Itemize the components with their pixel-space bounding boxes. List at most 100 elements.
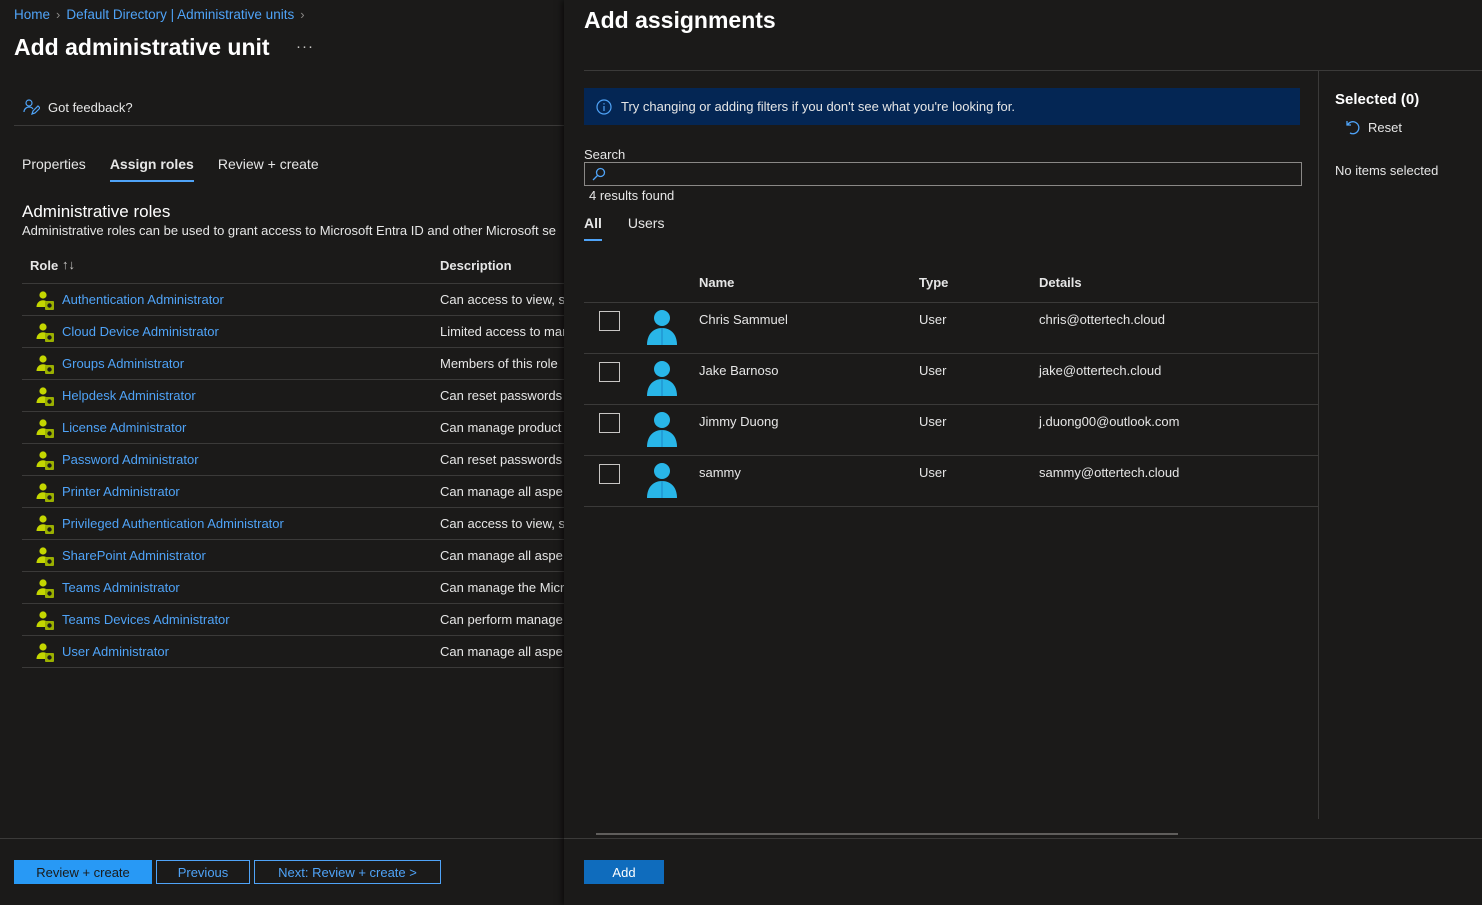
column-header-type: Type bbox=[919, 275, 949, 290]
admin-role-icon bbox=[34, 578, 56, 600]
admin-role-icon bbox=[34, 642, 56, 664]
info-message: Try changing or adding filters if you do… bbox=[621, 99, 1015, 114]
user-icon bbox=[644, 307, 680, 351]
panel-title: Add assignments bbox=[584, 7, 776, 33]
admin-role-icon bbox=[34, 322, 56, 344]
admin-role-icon bbox=[34, 386, 56, 408]
divider bbox=[0, 838, 564, 839]
user-name: Chris Sammuel bbox=[699, 312, 788, 327]
role-description: Limited access to man bbox=[440, 324, 564, 339]
column-header-details: Details bbox=[1039, 275, 1082, 290]
table-row[interactable]: sammy User sammy@ottertech.cloud bbox=[584, 456, 1318, 507]
role-description: Can manage all aspe bbox=[440, 548, 563, 563]
column-header-role[interactable]: Role bbox=[30, 258, 58, 273]
tab-all[interactable]: All bbox=[584, 215, 602, 241]
admin-role-icon bbox=[34, 482, 56, 504]
sort-icon[interactable]: ↑↓ bbox=[62, 257, 75, 272]
admin-role-icon bbox=[34, 546, 56, 568]
row-checkbox[interactable] bbox=[599, 362, 620, 382]
user-name: sammy bbox=[699, 465, 741, 480]
role-description: Can manage all aspe bbox=[440, 484, 563, 499]
undo-icon bbox=[1346, 121, 1360, 135]
user-details: j.duong00@outlook.com bbox=[1039, 414, 1180, 429]
user-type: User bbox=[919, 414, 947, 429]
role-name-link[interactable]: Privileged Authentication Administrator bbox=[62, 516, 284, 531]
breadcrumb-admin-units[interactable]: Default Directory | Administrative units bbox=[66, 7, 294, 22]
user-icon bbox=[644, 460, 680, 504]
breadcrumb-home[interactable]: Home bbox=[14, 7, 50, 22]
row-checkbox[interactable] bbox=[599, 413, 620, 433]
page-title: Add administrative unit bbox=[14, 34, 270, 60]
table-row[interactable]: Jimmy Duong User j.duong00@outlook.com bbox=[584, 405, 1318, 456]
table-row: Teams Devices Administrator Can perform m… bbox=[22, 604, 564, 636]
info-message-bar: Try changing or adding filters if you do… bbox=[584, 88, 1300, 125]
no-items-text: No items selected bbox=[1335, 163, 1439, 178]
role-description: Can reset passwords bbox=[440, 452, 563, 467]
feedback-button[interactable]: Got feedback? bbox=[22, 98, 133, 116]
table-row: Printer Administrator Can manage all aspe bbox=[22, 476, 564, 508]
table-row[interactable]: Chris Sammuel User chris@ottertech.cloud bbox=[584, 303, 1318, 354]
role-name-link[interactable]: Teams Administrator bbox=[62, 580, 180, 595]
table-row: License Administrator Can manage product bbox=[22, 412, 564, 444]
role-name-link[interactable]: Printer Administrator bbox=[62, 484, 180, 499]
admin-role-icon bbox=[34, 354, 56, 376]
reset-label: Reset bbox=[1368, 119, 1402, 135]
table-row: SharePoint Administrator Can manage all a… bbox=[22, 540, 564, 572]
user-name: Jimmy Duong bbox=[699, 414, 779, 429]
user-icon bbox=[644, 409, 680, 453]
column-header-name: Name bbox=[699, 275, 735, 290]
user-details: jake@ottertech.cloud bbox=[1039, 363, 1162, 378]
info-icon bbox=[596, 98, 612, 115]
next-button[interactable]: Next: Review + create > bbox=[254, 860, 441, 884]
table-row: Teams Administrator Can manage the Micr bbox=[22, 572, 564, 604]
tab-assign-roles[interactable]: Assign roles bbox=[109, 156, 194, 182]
role-name-link[interactable]: User Administrator bbox=[62, 644, 169, 659]
user-details: chris@ottertech.cloud bbox=[1039, 312, 1165, 327]
search-input[interactable] bbox=[611, 165, 1291, 183]
user-icon bbox=[644, 358, 680, 402]
search-icon bbox=[592, 167, 606, 181]
role-description: Can perform manage bbox=[440, 612, 563, 627]
role-name-link[interactable]: Helpdesk Administrator bbox=[62, 388, 196, 403]
role-name-link[interactable]: Teams Devices Administrator bbox=[62, 612, 230, 627]
section-description: Administrative roles can be used to gran… bbox=[22, 223, 556, 238]
previous-button[interactable]: Previous bbox=[156, 860, 250, 884]
column-header-description: Description bbox=[440, 258, 512, 273]
table-row: Cloud Device Administrator Limited access… bbox=[22, 316, 564, 348]
role-name-link[interactable]: Cloud Device Administrator bbox=[62, 324, 219, 339]
tab-users[interactable]: Users bbox=[628, 215, 665, 241]
role-description: Can manage all aspe bbox=[440, 644, 563, 659]
horizontal-scrollbar[interactable] bbox=[596, 833, 1178, 835]
table-row: User Administrator Can manage all aspe bbox=[22, 636, 564, 668]
roles-table-header: Role ↑↓ Description bbox=[22, 252, 564, 284]
user-details: sammy@ottertech.cloud bbox=[1039, 465, 1180, 480]
tab-properties[interactable]: Properties bbox=[22, 156, 86, 182]
chevron-right-icon: › bbox=[300, 7, 305, 22]
chevron-right-icon: › bbox=[56, 7, 61, 22]
user-type: User bbox=[919, 312, 947, 327]
wizard-tabs: Properties Assign roles Review + create bbox=[22, 156, 319, 182]
divider bbox=[564, 838, 1482, 839]
role-description: Members of this role bbox=[440, 356, 558, 371]
admin-role-icon bbox=[34, 610, 56, 632]
breadcrumb: Home › Default Directory | Administrativ… bbox=[14, 7, 305, 22]
role-description: Can access to view, se bbox=[440, 292, 564, 307]
role-name-link[interactable]: SharePoint Administrator bbox=[62, 548, 206, 563]
search-box[interactable] bbox=[584, 162, 1302, 186]
reset-button[interactable]: Reset bbox=[1344, 119, 1402, 135]
users-table-header: Name Type Details bbox=[584, 270, 1318, 303]
tab-review-create[interactable]: Review + create bbox=[218, 156, 319, 182]
review-create-button[interactable]: Review + create bbox=[14, 860, 152, 884]
add-button[interactable]: Add bbox=[584, 860, 664, 884]
section-title: Administrative roles bbox=[22, 202, 171, 221]
role-name-link[interactable]: Password Administrator bbox=[62, 452, 199, 467]
more-options-button[interactable]: ··· bbox=[296, 38, 314, 55]
row-checkbox[interactable] bbox=[599, 311, 620, 331]
role-name-link[interactable]: License Administrator bbox=[62, 420, 186, 435]
table-row[interactable]: Jake Barnoso User jake@ottertech.cloud bbox=[584, 354, 1318, 405]
divider bbox=[584, 70, 1482, 71]
role-name-link[interactable]: Groups Administrator bbox=[62, 356, 184, 371]
role-name-link[interactable]: Authentication Administrator bbox=[62, 292, 224, 307]
row-checkbox[interactable] bbox=[599, 464, 620, 484]
search-label: Search bbox=[584, 147, 626, 162]
